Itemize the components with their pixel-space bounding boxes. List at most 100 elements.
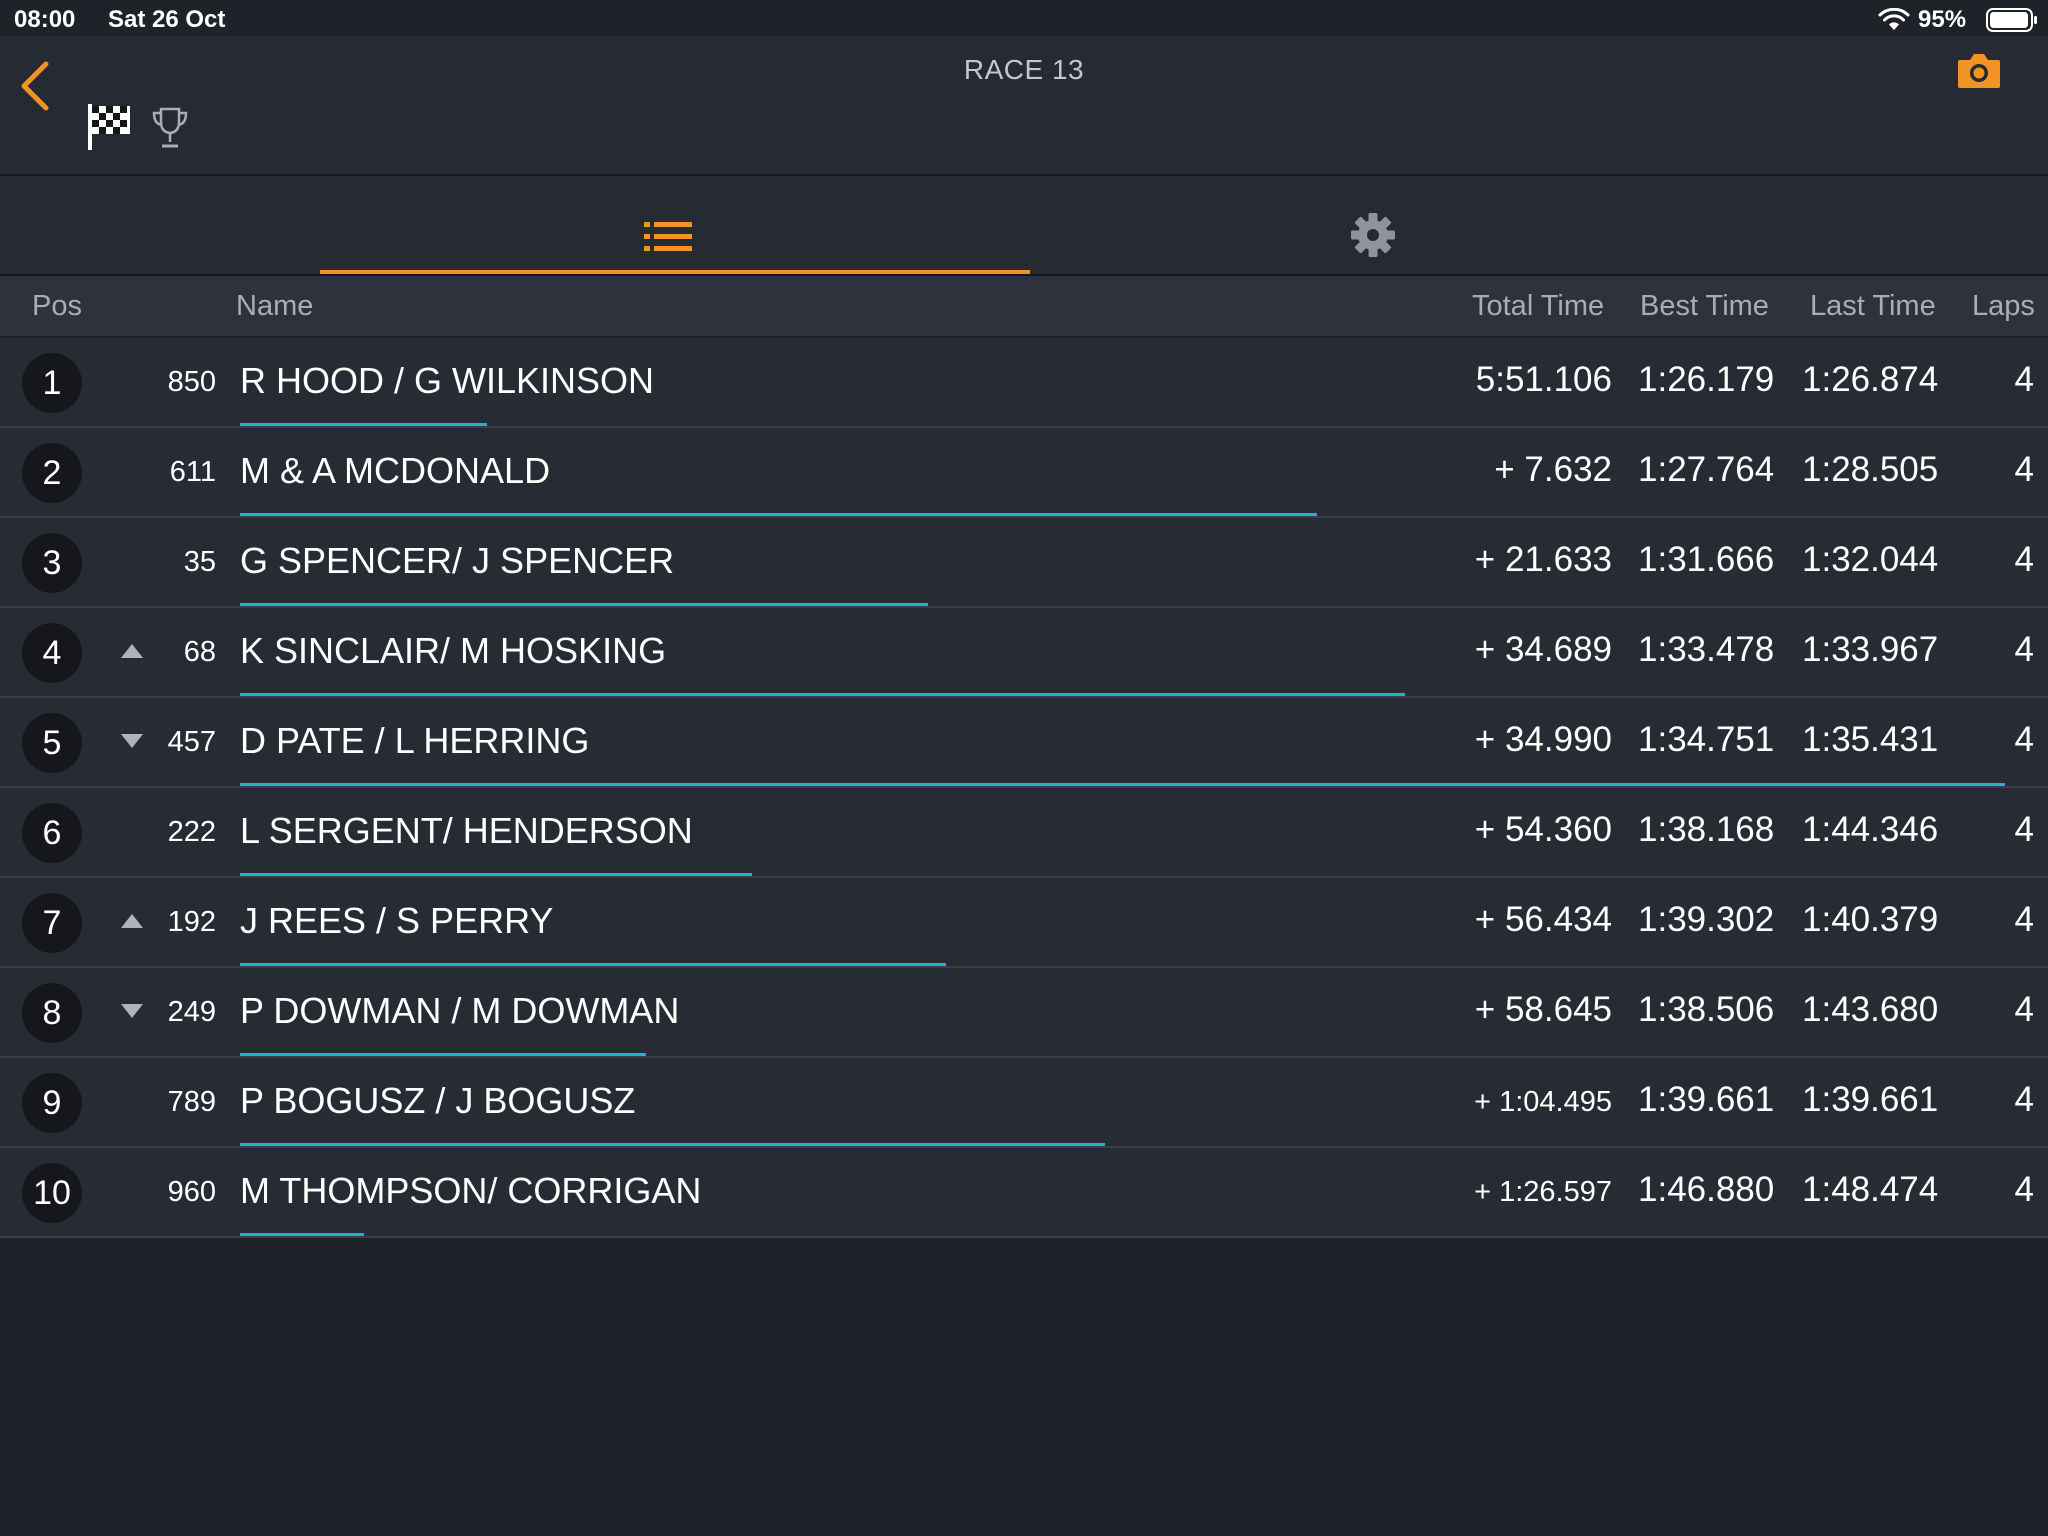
driver-name: P BOGUSZ / J BOGUSZ [240, 1080, 636, 1121]
tab-settings[interactable] [1030, 176, 1740, 274]
last-time: 1:39.661 [1802, 1080, 1939, 1119]
position-badge: 1 [22, 353, 82, 413]
total-time: + 58.645 [1474, 990, 1612, 1029]
laps-count: 4 [2014, 990, 2034, 1029]
position-up-icon [121, 644, 143, 658]
position-badge: 3 [22, 533, 82, 593]
race-progress-bar [240, 1233, 364, 1236]
last-time: 1:48.474 [1802, 1170, 1939, 1209]
table-row[interactable]: 7 192 J REES / S PERRY + 56.434 1:39.302… [0, 878, 2048, 968]
best-time: 1:39.302 [1638, 900, 1775, 939]
position-badge: 5 [22, 713, 82, 773]
position-badge: 8 [22, 983, 82, 1043]
column-laps[interactable]: Laps [1972, 290, 2035, 323]
column-total-time[interactable]: Total Time [1472, 290, 1604, 323]
status-time: 08:00 [14, 6, 76, 33]
driver-name: P DOWMAN / M DOWMAN [240, 990, 680, 1031]
last-time: 1:44.346 [1802, 810, 1939, 849]
total-time: + 54.360 [1474, 810, 1612, 849]
last-time: 1:32.044 [1802, 540, 1939, 579]
laps-count: 4 [2014, 360, 2034, 399]
driver-name: G SPENCER/ J SPENCER [240, 540, 675, 581]
car-number: 192 [167, 906, 216, 938]
column-name[interactable]: Name [236, 290, 313, 323]
checkered-flag-icon[interactable] [86, 102, 132, 152]
wifi-icon [1878, 8, 1910, 30]
driver-name: M & A MCDONALD [240, 450, 551, 491]
position-down-icon [121, 734, 143, 748]
driver-name: K SINCLAIR/ M HOSKING [240, 630, 667, 671]
table-row[interactable]: 5 457 D PATE / L HERRING + 34.990 1:34.7… [0, 698, 2048, 788]
table-row[interactable]: 10 960 M THOMPSON/ CORRIGAN + 1:26.597 1… [0, 1148, 2048, 1238]
camera-icon[interactable] [1956, 50, 2002, 90]
car-number: 850 [167, 366, 216, 398]
best-time: 1:46.880 [1638, 1170, 1775, 1209]
status-date: Sat 26 Oct [108, 6, 226, 33]
last-time: 1:35.431 [1802, 720, 1939, 759]
position-badge: 2 [22, 443, 82, 503]
race-results-screen: 08:00 Sat 26 Oct 95% RACE 13 Pos Name To… [0, 0, 2048, 1536]
nav-bar: RACE 13 [0, 36, 2048, 176]
column-pos[interactable]: Pos [32, 290, 82, 323]
laps-count: 4 [2014, 720, 2034, 759]
position-badge: 4 [22, 623, 82, 683]
race-progress-bar [240, 873, 752, 876]
laps-count: 4 [2014, 630, 2034, 669]
car-number: 35 [183, 546, 216, 578]
tab-results-list[interactable] [320, 176, 1030, 274]
position-badge: 10 [22, 1163, 82, 1223]
total-time: + 1:26.597 [1474, 1176, 1612, 1208]
position-badge: 9 [22, 1073, 82, 1133]
table-row[interactable]: 2 611 M & A MCDONALD + 7.632 1:27.764 1:… [0, 428, 2048, 518]
position-up-icon [121, 914, 143, 928]
laps-count: 4 [2014, 450, 2034, 489]
last-time: 1:28.505 [1802, 450, 1939, 489]
race-progress-bar [240, 603, 928, 606]
last-time: 1:43.680 [1802, 990, 1939, 1029]
race-progress-bar [240, 1053, 646, 1056]
trophy-icon[interactable] [150, 106, 190, 150]
car-number: 789 [167, 1086, 216, 1118]
best-time: 1:27.764 [1638, 450, 1775, 489]
driver-name: D PATE / L HERRING [240, 720, 590, 761]
table-row[interactable]: 4 68 K SINCLAIR/ M HOSKING + 34.689 1:33… [0, 608, 2048, 698]
last-time: 1:33.967 [1802, 630, 1939, 669]
driver-name: R HOOD / G WILKINSON [240, 360, 655, 401]
race-progress-bar [240, 783, 2005, 786]
battery-icon [1986, 8, 2037, 32]
total-time: + 1:04.495 [1474, 1086, 1612, 1118]
column-last-time[interactable]: Last Time [1810, 290, 1936, 323]
laps-count: 4 [2014, 1170, 2034, 1209]
column-best-time[interactable]: Best Time [1640, 290, 1769, 323]
total-time: + 21.633 [1474, 540, 1612, 579]
last-time: 1:40.379 [1802, 900, 1939, 939]
results-list: 1 850 R HOOD / G WILKINSON 5:51.106 1:26… [0, 338, 2048, 1238]
race-progress-bar [240, 423, 487, 426]
car-number: 222 [167, 816, 216, 848]
driver-name: M THOMPSON/ CORRIGAN [240, 1170, 702, 1211]
status-bar: 08:00 Sat 26 Oct 95% [0, 0, 2048, 36]
race-progress-bar [240, 1143, 1105, 1146]
table-row[interactable]: 9 789 P BOGUSZ / J BOGUSZ + 1:04.495 1:3… [0, 1058, 2048, 1148]
best-time: 1:33.478 [1638, 630, 1775, 669]
tab-bar [0, 176, 2048, 276]
active-tab-indicator [320, 270, 1030, 274]
driver-name: J REES / S PERRY [240, 900, 554, 941]
best-time: 1:38.506 [1638, 990, 1775, 1029]
table-row[interactable]: 8 249 P DOWMAN / M DOWMAN + 58.645 1:38.… [0, 968, 2048, 1058]
results-table-header: Pos Name Total Time Best Time Last Time … [0, 276, 2048, 338]
position-badge: 7 [22, 893, 82, 953]
total-time: + 7.632 [1494, 450, 1612, 489]
best-time: 1:31.666 [1638, 540, 1775, 579]
total-time: + 34.990 [1474, 720, 1612, 759]
car-number: 457 [167, 726, 216, 758]
driver-name: L SERGENT/ HENDERSON [240, 810, 693, 851]
race-progress-bar [240, 513, 1317, 516]
total-time: + 34.689 [1474, 630, 1612, 669]
table-row[interactable]: 6 222 L SERGENT/ HENDERSON + 54.360 1:38… [0, 788, 2048, 878]
last-time: 1:26.874 [1802, 360, 1939, 399]
table-row[interactable]: 3 35 G SPENCER/ J SPENCER + 21.633 1:31.… [0, 518, 2048, 608]
table-row[interactable]: 1 850 R HOOD / G WILKINSON 5:51.106 1:26… [0, 338, 2048, 428]
car-number: 68 [183, 636, 216, 668]
car-number: 960 [167, 1176, 216, 1208]
